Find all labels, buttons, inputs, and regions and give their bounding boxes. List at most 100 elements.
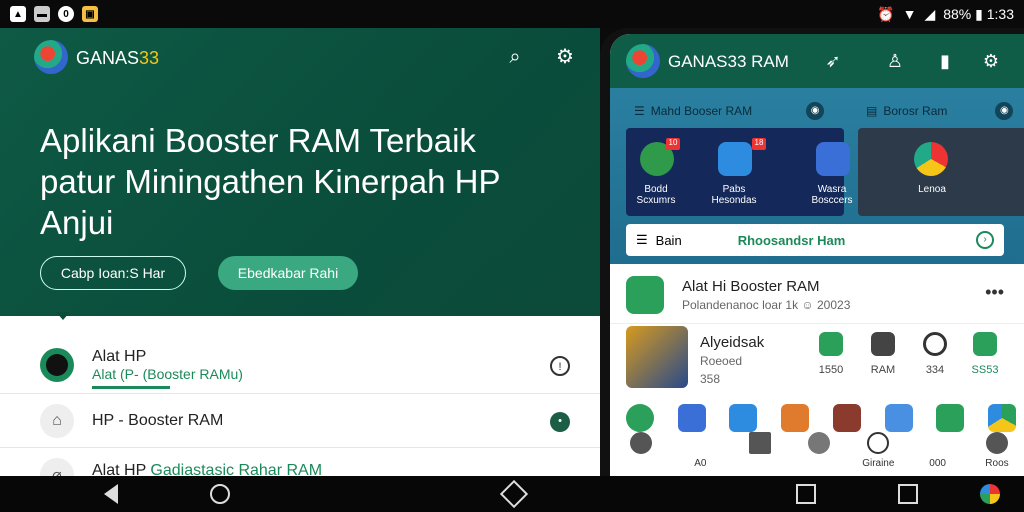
bottom-dock: A0 Giraine 000 Roos	[624, 432, 1014, 469]
tab-1-icon: ◉	[806, 102, 825, 120]
app-title: Alat Hi Booster RAM	[682, 278, 820, 295]
app-icon	[626, 276, 664, 314]
list-item-title-text: Alat HP	[92, 462, 146, 476]
add-icon	[807, 432, 830, 454]
primary-button[interactable]: Ebedkabar Rahi	[218, 256, 358, 290]
chart-icon	[748, 432, 771, 454]
search-icon[interactable]: ⌕	[504, 46, 526, 68]
app-icon[interactable]	[832, 404, 861, 432]
app-row[interactable]: Alat Hi Booster RAM Polandenanoc loar 1k…	[610, 268, 1024, 324]
bar-label: Bain	[655, 232, 682, 248]
tab-1[interactable]: ☰ Mahd Booser RAM ◉	[634, 102, 825, 120]
status-bar: ▲ ▬ 0 ▣ ⏰ ▼ ◢ 88% ▮ 1:33	[0, 0, 1024, 28]
mini-label: 1550	[818, 364, 844, 376]
dock-item[interactable]: Roos	[980, 432, 1014, 469]
list-item-title: HP - Booster RAM	[92, 412, 224, 429]
app-icon[interactable]	[781, 404, 810, 432]
browser-card: Lenoa	[858, 128, 1024, 216]
diamond-icon[interactable]	[499, 479, 529, 509]
brand-accent: 33	[139, 48, 160, 68]
home-icon[interactable]	[210, 484, 230, 504]
lock-icon[interactable]: ▮	[934, 50, 956, 72]
circle-icon	[923, 332, 947, 356]
app-icon[interactable]	[626, 404, 654, 432]
menu-icon[interactable]: ☰	[636, 232, 648, 248]
left-panel: GANAS33 ⌕ ⚙ Aplikani Booster RAM Terbaik…	[0, 28, 600, 476]
back-icon[interactable]	[104, 484, 118, 504]
app-icon[interactable]	[884, 404, 913, 432]
app-icon	[40, 348, 74, 382]
wifi-icon: ▼	[902, 6, 917, 22]
app-label: Bodd Scxumrs	[636, 184, 676, 206]
app-icons-row	[626, 404, 1016, 432]
dock-label: A0	[694, 458, 707, 469]
share-icon[interactable]: ⚙	[554, 46, 576, 68]
gear-icon	[985, 432, 1008, 454]
app-title: Alyeidsak	[700, 334, 765, 351]
list-item[interactable]: ⌀ Alat HP Gadiastasic Rahar RAM	[0, 448, 600, 476]
shield-mini[interactable]: SS53	[968, 332, 1002, 376]
app-icon[interactable]	[729, 404, 758, 432]
dock-item[interactable]: 000	[921, 432, 955, 469]
badge: 10	[666, 138, 680, 150]
rocket-icon[interactable]: ➶	[822, 50, 844, 72]
gallery-icon: ▬	[34, 6, 50, 22]
recents-icon[interactable]	[898, 484, 918, 504]
link-icon: ⌀	[40, 458, 74, 476]
system-nav-bar	[0, 476, 1024, 512]
messenger-icon[interactable]	[718, 142, 752, 176]
dock-item[interactable]	[802, 432, 836, 469]
dock-item[interactable]: A0	[683, 432, 717, 469]
dock-label: Roos	[985, 458, 1009, 469]
dock-label: 000	[929, 458, 946, 469]
app-row[interactable]: Alyeidsak Roeoed 358 1550 RAM 334 SS53	[610, 326, 1024, 396]
share-icon	[871, 332, 895, 356]
app-size: 358	[700, 372, 721, 386]
status-right: ⏰ ▼ ◢ 88% ▮ 1:33	[877, 6, 1014, 23]
list-item[interactable]: Alat HP Alat (P- (Booster RAMu) !	[0, 328, 600, 394]
assistant-icon[interactable]	[980, 484, 1000, 504]
dock-item[interactable]	[743, 432, 777, 469]
app-subtitle: Polandenanoc loar 1k ☺ 20023	[682, 298, 851, 312]
notification-icon: ▲	[10, 6, 26, 22]
app-subtitle: Roeoed	[700, 354, 743, 368]
phone-brand: GANAS33 RAM	[668, 52, 789, 71]
play-icon	[819, 332, 843, 356]
list-item-subtitle: Gadiastasic Rahar RAM	[150, 462, 323, 476]
share-mini[interactable]: RAM	[866, 332, 900, 376]
house-icon[interactable]	[796, 484, 816, 504]
list-item[interactable]: ⌂ HP - Booster RAM •	[0, 394, 600, 448]
shield-icon	[973, 332, 997, 356]
app-icon[interactable]	[936, 404, 965, 432]
phone-screen: GANAS33 RAM ➶ ♙ ▮ ⚙ ☰ Mahd Booser RAM ◉ …	[610, 34, 1024, 476]
tab-2[interactable]: ▤ Borosr Ram ◉	[866, 102, 1014, 120]
chrome-icon[interactable]	[914, 142, 948, 176]
clock-icon: 0	[58, 6, 74, 22]
hero-title: Aplikani Booster RAM Terbaik patur Minin…	[40, 122, 500, 241]
more-icon[interactable]: •••	[985, 282, 1004, 303]
secondary-button[interactable]: Cabp Ioan:S Har	[40, 256, 186, 290]
progress-bar	[92, 386, 170, 389]
play-mini[interactable]: 1550	[814, 332, 848, 376]
search-bar[interactable]: ☰ Bain Rhoosandsr Ham ›	[626, 224, 1004, 256]
dock-item[interactable]: Giraine	[861, 432, 895, 469]
list-item-title: Alat HP Gadiastasic Rahar RAM	[92, 462, 322, 476]
phone-band: ☰ Mahd Booser RAM ◉ ▤ Borosr Ram ◉ 10 Bo…	[610, 88, 1024, 264]
settings-icon[interactable]: ⚙	[980, 50, 1002, 72]
store-icon: ▣	[82, 6, 98, 22]
app-icon[interactable]	[677, 404, 706, 432]
brand-logo-icon	[626, 44, 660, 78]
info-icon[interactable]: !	[550, 356, 570, 376]
user-icon[interactable]: ♙	[884, 50, 906, 72]
dots-icon	[927, 432, 949, 454]
play-store-icon[interactable]	[987, 404, 1016, 432]
tab-2-icon: ◉	[995, 102, 1014, 120]
arrow-icon[interactable]: ›	[976, 231, 994, 249]
dock-item[interactable]	[624, 432, 658, 469]
app-icon[interactable]	[816, 142, 850, 176]
brand-name: GANAS33	[76, 48, 159, 69]
game-icon	[626, 326, 688, 388]
circle-mini[interactable]: 334	[918, 332, 952, 376]
dock-label: Giraine	[862, 458, 895, 469]
info-icon	[867, 432, 890, 454]
